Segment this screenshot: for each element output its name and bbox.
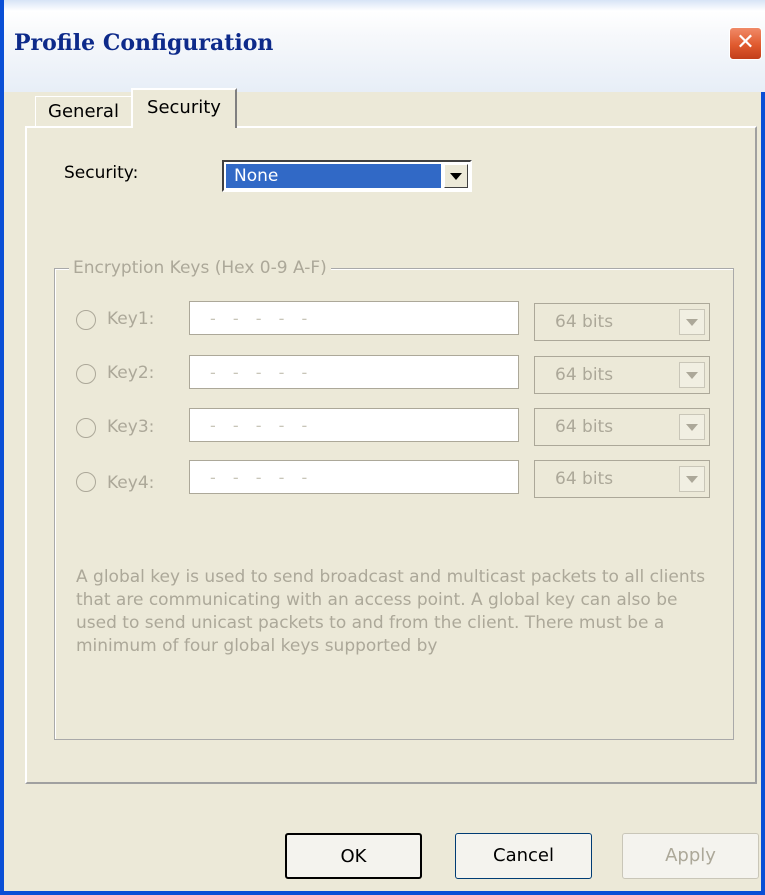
chevron-down-icon[interactable] (679, 414, 705, 440)
close-icon: ✕ (736, 30, 755, 55)
tab-general[interactable]: General (35, 96, 132, 126)
key4-bits-value: 64 bits (555, 469, 614, 489)
key2-bits-select[interactable]: 64 bits (534, 356, 710, 394)
chevron-down-icon[interactable] (679, 466, 705, 492)
key4-bits-select[interactable]: 64 bits (534, 460, 710, 498)
close-button[interactable]: ✕ (729, 27, 762, 60)
tab-security[interactable]: Security (131, 88, 237, 128)
ok-button[interactable]: OK (285, 833, 422, 879)
tab-security-label: Security (147, 97, 221, 118)
apply-button[interactable]: Apply (622, 833, 759, 879)
security-select[interactable]: None (222, 160, 472, 192)
key2-mask: - - - - - (210, 363, 314, 382)
cancel-button[interactable]: Cancel (455, 833, 592, 879)
key4-radio[interactable] (76, 472, 96, 492)
chevron-down-icon[interactable] (444, 164, 468, 188)
security-select-value: None (226, 164, 441, 188)
key3-bits-select[interactable]: 64 bits (534, 408, 710, 446)
encryption-keys-legend: Encryption Keys (Hex 0-9 A-F) (69, 258, 331, 278)
chevron-down-icon[interactable] (679, 309, 705, 335)
global-key-note: A global key is used to send broadcast a… (76, 567, 706, 656)
key2-label: Key2: (107, 363, 155, 383)
key2-bits-value: 64 bits (555, 365, 614, 385)
profile-configuration-window: Profile Configuration ✕ General Security… (0, 0, 765, 895)
key3-input[interactable]: - - - - - (189, 408, 519, 442)
key1-bits-select[interactable]: 64 bits (534, 303, 710, 341)
key1-mask: - - - - - (210, 309, 314, 328)
title-bar[interactable]: Profile Configuration ✕ (4, 0, 765, 92)
chevron-down-icon[interactable] (679, 362, 705, 388)
key2-radio[interactable] (76, 364, 96, 384)
key3-label: Key3: (107, 417, 155, 437)
apply-button-label: Apply (665, 845, 716, 866)
key3-bits-value: 64 bits (555, 417, 614, 437)
key1-radio[interactable] (76, 310, 96, 330)
window-title: Profile Configuration (14, 30, 274, 56)
key1-bits-value: 64 bits (555, 312, 614, 332)
key4-mask: - - - - - (210, 468, 314, 487)
key1-label: Key1: (107, 309, 155, 329)
security-label: Security: (64, 163, 139, 183)
key3-radio[interactable] (76, 418, 96, 438)
key2-input[interactable]: - - - - - (189, 355, 519, 389)
key3-mask: - - - - - (210, 416, 314, 435)
key1-input[interactable]: - - - - - (189, 301, 519, 335)
key4-input[interactable]: - - - - - (189, 460, 519, 494)
cancel-button-label: Cancel (493, 845, 554, 866)
tab-general-label: General (48, 101, 119, 122)
key4-label: Key4: (107, 473, 155, 493)
ok-button-label: OK (340, 846, 367, 867)
